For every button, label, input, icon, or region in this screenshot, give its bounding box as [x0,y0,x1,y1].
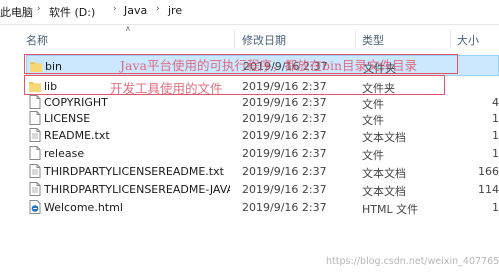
watermark: https://blog.csdn.net/weixin_40776556 [326,256,499,267]
file-size: 166 [478,165,499,178]
file-size: 1 [492,112,499,125]
file-name: release [44,147,85,160]
column-header-date[interactable]: 修改日期 [242,32,286,48]
annotation-lib: 开发工具使用的文件 [110,81,223,96]
chevron-right-icon[interactable]: › [37,4,41,14]
breadcrumb-item-jre[interactable]: jre [168,4,182,17]
column-divider[interactable] [355,30,356,48]
text-file-icon [29,128,41,142]
file-icon [29,146,41,160]
breadcrumb-item-this-pc[interactable]: 此电脑 [0,4,33,20]
sort-up-icon: ∧ [125,24,131,33]
breadcrumb: 此电脑 › 软件 (D:) › Java › jre [0,0,499,24]
file-name: THIRDPARTYLICENSEREADME-JAVAF... [44,183,230,196]
file-row-welcome-html[interactable]: Welcome.html 2019/9/16 2:37 HTML 文件 1 [26,197,499,218]
file-name: THIRDPARTYLICENSEREADME.txt [44,165,224,178]
text-file-icon [29,182,41,196]
text-file-icon [29,164,41,178]
annotation-bin: Java平台使用的可执行程序，都放在bin目录文件目录 [120,58,418,73]
toolbar-divider [0,24,499,25]
file-name: LICENSE [44,112,91,125]
column-header-size[interactable]: 大小 [457,32,479,48]
column-header-type[interactable]: 类型 [362,32,384,48]
column-divider[interactable] [450,30,451,48]
file-name: Welcome.html [44,201,123,214]
file-date: 2019/9/16 2:37 [242,147,327,160]
chevron-right-icon[interactable]: › [113,4,117,14]
file-size: 1 [492,147,499,160]
file-size: 1 [492,201,499,214]
breadcrumb-item-drive-d[interactable]: 软件 (D:) [49,4,95,20]
file-icon [29,95,41,109]
column-divider[interactable] [234,30,235,48]
file-size: 1 [492,129,499,142]
file-type: HTML 文件 [362,203,419,216]
file-date: 2019/9/16 2:37 [242,165,327,178]
file-date: 2019/9/16 2:37 [242,201,327,214]
file-date: 2019/9/16 2:37 [242,112,327,125]
file-name: README.txt [44,129,110,142]
file-icon [29,111,41,125]
file-size: 114 [478,183,499,196]
file-date: 2019/9/16 2:37 [242,183,327,196]
highlight-box-lib [24,75,445,95]
file-date: 2019/9/16 2:37 [242,129,327,142]
edge-html-icon [29,200,41,214]
chevron-right-icon[interactable]: › [156,4,160,14]
column-header-name[interactable]: 名称 [26,32,48,48]
breadcrumb-item-java[interactable]: Java [124,4,147,17]
